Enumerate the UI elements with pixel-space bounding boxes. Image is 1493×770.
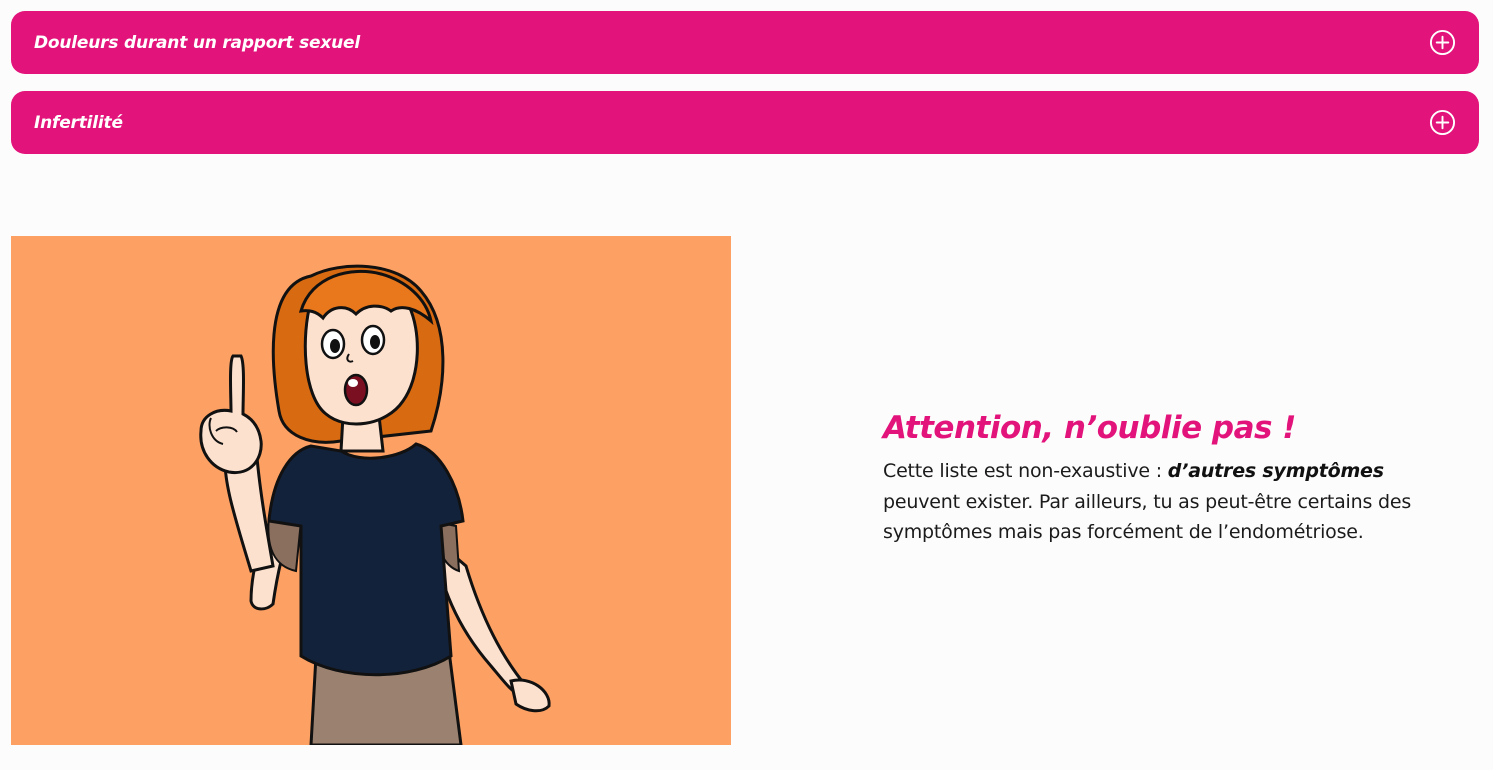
callout-text-after: peuvent exister. Par ailleurs, tu as peu… bbox=[883, 490, 1412, 544]
accordion-title: Infertilité bbox=[34, 112, 123, 133]
character-drawing bbox=[199, 264, 551, 745]
plus-circle-icon[interactable] bbox=[1429, 109, 1456, 136]
accordion-item-infertilite[interactable]: Infertilité bbox=[11, 91, 1479, 154]
accordion-item-douleurs-rapport[interactable]: Douleurs durant un rapport sexuel bbox=[11, 11, 1479, 74]
callout-title: Attention, n’oublie pas ! bbox=[883, 410, 1296, 446]
callout-text: Cette liste est non-exaustive : d’autres… bbox=[883, 456, 1463, 548]
character-illustration bbox=[11, 236, 731, 745]
reminder-callout: Attention, n’oublie pas ! Cette liste es… bbox=[883, 410, 1463, 548]
callout-text-before: Cette liste est non-exaustive : bbox=[883, 460, 1168, 482]
plus-circle-icon[interactable] bbox=[1429, 29, 1456, 56]
callout-text-emphasis: d’autres symptômes bbox=[1167, 460, 1384, 482]
accordion-title: Douleurs durant un rapport sexuel bbox=[34, 32, 360, 53]
